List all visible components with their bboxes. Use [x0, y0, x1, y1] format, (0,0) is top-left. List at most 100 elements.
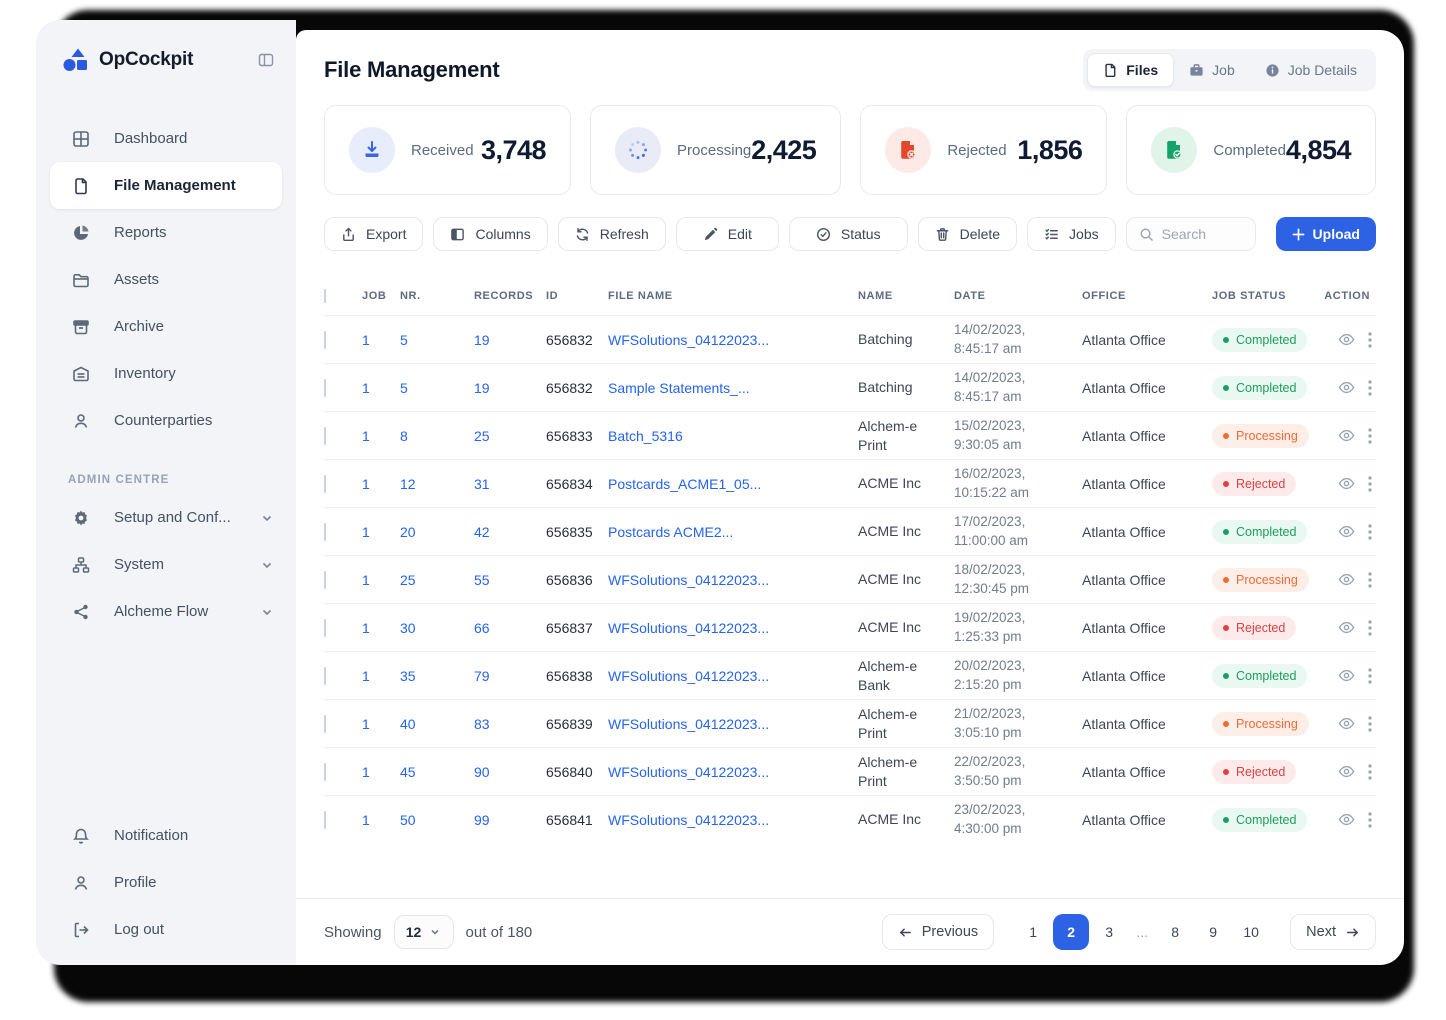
eye-icon[interactable]: [1338, 667, 1355, 684]
eye-icon[interactable]: [1338, 811, 1355, 828]
records-link[interactable]: 83: [474, 716, 546, 732]
kebab-menu-icon[interactable]: [1368, 380, 1372, 396]
sidebar-item-logout[interactable]: Log out: [50, 906, 282, 953]
row-checkbox[interactable]: [324, 667, 326, 685]
file-name-link[interactable]: WFSolutions_04122023...: [608, 572, 858, 588]
kebab-menu-icon[interactable]: [1368, 332, 1372, 348]
records-link[interactable]: 19: [474, 380, 546, 396]
row-checkbox[interactable]: [324, 379, 326, 397]
page-number[interactable]: 9: [1195, 914, 1231, 950]
row-checkbox[interactable]: [324, 619, 326, 637]
page-size-select[interactable]: 12: [394, 915, 454, 949]
file-name-link[interactable]: Postcards ACME2...: [608, 524, 858, 540]
job-link[interactable]: 1: [362, 476, 400, 492]
tab-job-details[interactable]: Job Details: [1250, 54, 1372, 86]
kebab-menu-icon[interactable]: [1368, 476, 1372, 492]
records-link[interactable]: 42: [474, 524, 546, 540]
row-checkbox[interactable]: [324, 523, 326, 541]
file-name-link[interactable]: Sample Statements_...: [608, 380, 858, 396]
page-number[interactable]: 1: [1015, 914, 1051, 950]
file-name-link[interactable]: Batch_5316: [608, 428, 858, 444]
page-number[interactable]: 10: [1233, 914, 1269, 950]
eye-icon[interactable]: [1338, 331, 1355, 348]
previous-button[interactable]: Previous: [882, 914, 994, 950]
kebab-menu-icon[interactable]: [1368, 620, 1372, 636]
row-checkbox[interactable]: [324, 475, 326, 493]
sidebar-item-alcheme-flow[interactable]: Alcheme Flow: [50, 588, 282, 635]
kebab-menu-icon[interactable]: [1368, 524, 1372, 540]
nr-link[interactable]: 45: [400, 764, 474, 780]
status-button[interactable]: Status: [789, 217, 908, 251]
sidebar-item-notification[interactable]: Notification: [50, 812, 282, 859]
nr-link[interactable]: 8: [400, 428, 474, 444]
sidebar-item-reports[interactable]: Reports: [50, 209, 282, 256]
file-name-link[interactable]: WFSolutions_04122023...: [608, 716, 858, 732]
nr-link[interactable]: 35: [400, 668, 474, 684]
page-number[interactable]: 2: [1053, 914, 1089, 950]
page-number[interactable]: 3: [1091, 914, 1127, 950]
file-name-link[interactable]: WFSolutions_04122023...: [608, 668, 858, 684]
sidebar-item-file-management[interactable]: File Management: [50, 162, 282, 209]
nr-link[interactable]: 12: [400, 476, 474, 492]
eye-icon[interactable]: [1338, 523, 1355, 540]
nr-link[interactable]: 25: [400, 572, 474, 588]
kebab-menu-icon[interactable]: [1368, 428, 1372, 444]
tab-job[interactable]: Job: [1174, 54, 1250, 86]
eye-icon[interactable]: [1338, 379, 1355, 396]
eye-icon[interactable]: [1338, 427, 1355, 444]
row-checkbox[interactable]: [324, 715, 326, 733]
row-checkbox[interactable]: [324, 811, 326, 829]
row-checkbox[interactable]: [324, 763, 326, 781]
row-checkbox[interactable]: [324, 427, 326, 445]
sidebar-collapse-icon[interactable]: [258, 52, 274, 68]
file-name-link[interactable]: Postcards_ACME1_05...: [608, 476, 858, 492]
nr-link[interactable]: 30: [400, 620, 474, 636]
records-link[interactable]: 66: [474, 620, 546, 636]
refresh-button[interactable]: Refresh: [558, 217, 666, 251]
sidebar-item-dashboard[interactable]: Dashboard: [50, 115, 282, 162]
nr-link[interactable]: 50: [400, 812, 474, 828]
columns-button[interactable]: Columns: [433, 217, 547, 251]
eye-icon[interactable]: [1338, 475, 1355, 492]
records-link[interactable]: 31: [474, 476, 546, 492]
eye-icon[interactable]: [1338, 571, 1355, 588]
sidebar-item-archive[interactable]: Archive: [50, 303, 282, 350]
records-link[interactable]: 79: [474, 668, 546, 684]
job-link[interactable]: 1: [362, 764, 400, 780]
job-link[interactable]: 1: [362, 812, 400, 828]
page-number[interactable]: 8: [1157, 914, 1193, 950]
job-link[interactable]: 1: [362, 620, 400, 636]
sidebar-item-setup[interactable]: Setup and Conf...: [50, 494, 282, 541]
nr-link[interactable]: 20: [400, 524, 474, 540]
sidebar-item-profile[interactable]: Profile: [50, 859, 282, 906]
sidebar-item-system[interactable]: System: [50, 541, 282, 588]
nr-link[interactable]: 5: [400, 380, 474, 396]
nr-link[interactable]: 5: [400, 332, 474, 348]
sidebar-item-counterparties[interactable]: Counterparties: [50, 397, 282, 444]
file-name-link[interactable]: WFSolutions_04122023...: [608, 332, 858, 348]
job-link[interactable]: 1: [362, 716, 400, 732]
records-link[interactable]: 99: [474, 812, 546, 828]
file-name-link[interactable]: WFSolutions_04122023...: [608, 764, 858, 780]
export-button[interactable]: Export: [324, 217, 423, 251]
file-name-link[interactable]: WFSolutions_04122023...: [608, 620, 858, 636]
kebab-menu-icon[interactable]: [1368, 668, 1372, 684]
records-link[interactable]: 90: [474, 764, 546, 780]
select-all-checkbox[interactable]: [324, 289, 326, 303]
job-link[interactable]: 1: [362, 380, 400, 396]
row-checkbox[interactable]: [324, 571, 326, 589]
jobs-button[interactable]: Jobs: [1027, 217, 1116, 251]
job-link[interactable]: 1: [362, 524, 400, 540]
eye-icon[interactable]: [1338, 619, 1355, 636]
kebab-menu-icon[interactable]: [1368, 716, 1372, 732]
file-name-link[interactable]: WFSolutions_04122023...: [608, 812, 858, 828]
eye-icon[interactable]: [1338, 715, 1355, 732]
tab-files[interactable]: Files: [1087, 53, 1174, 87]
search-input[interactable]: [1162, 226, 1243, 242]
sidebar-item-inventory[interactable]: Inventory: [50, 350, 282, 397]
records-link[interactable]: 25: [474, 428, 546, 444]
job-link[interactable]: 1: [362, 572, 400, 588]
kebab-menu-icon[interactable]: [1368, 572, 1372, 588]
upload-button[interactable]: Upload: [1276, 217, 1376, 251]
records-link[interactable]: 55: [474, 572, 546, 588]
